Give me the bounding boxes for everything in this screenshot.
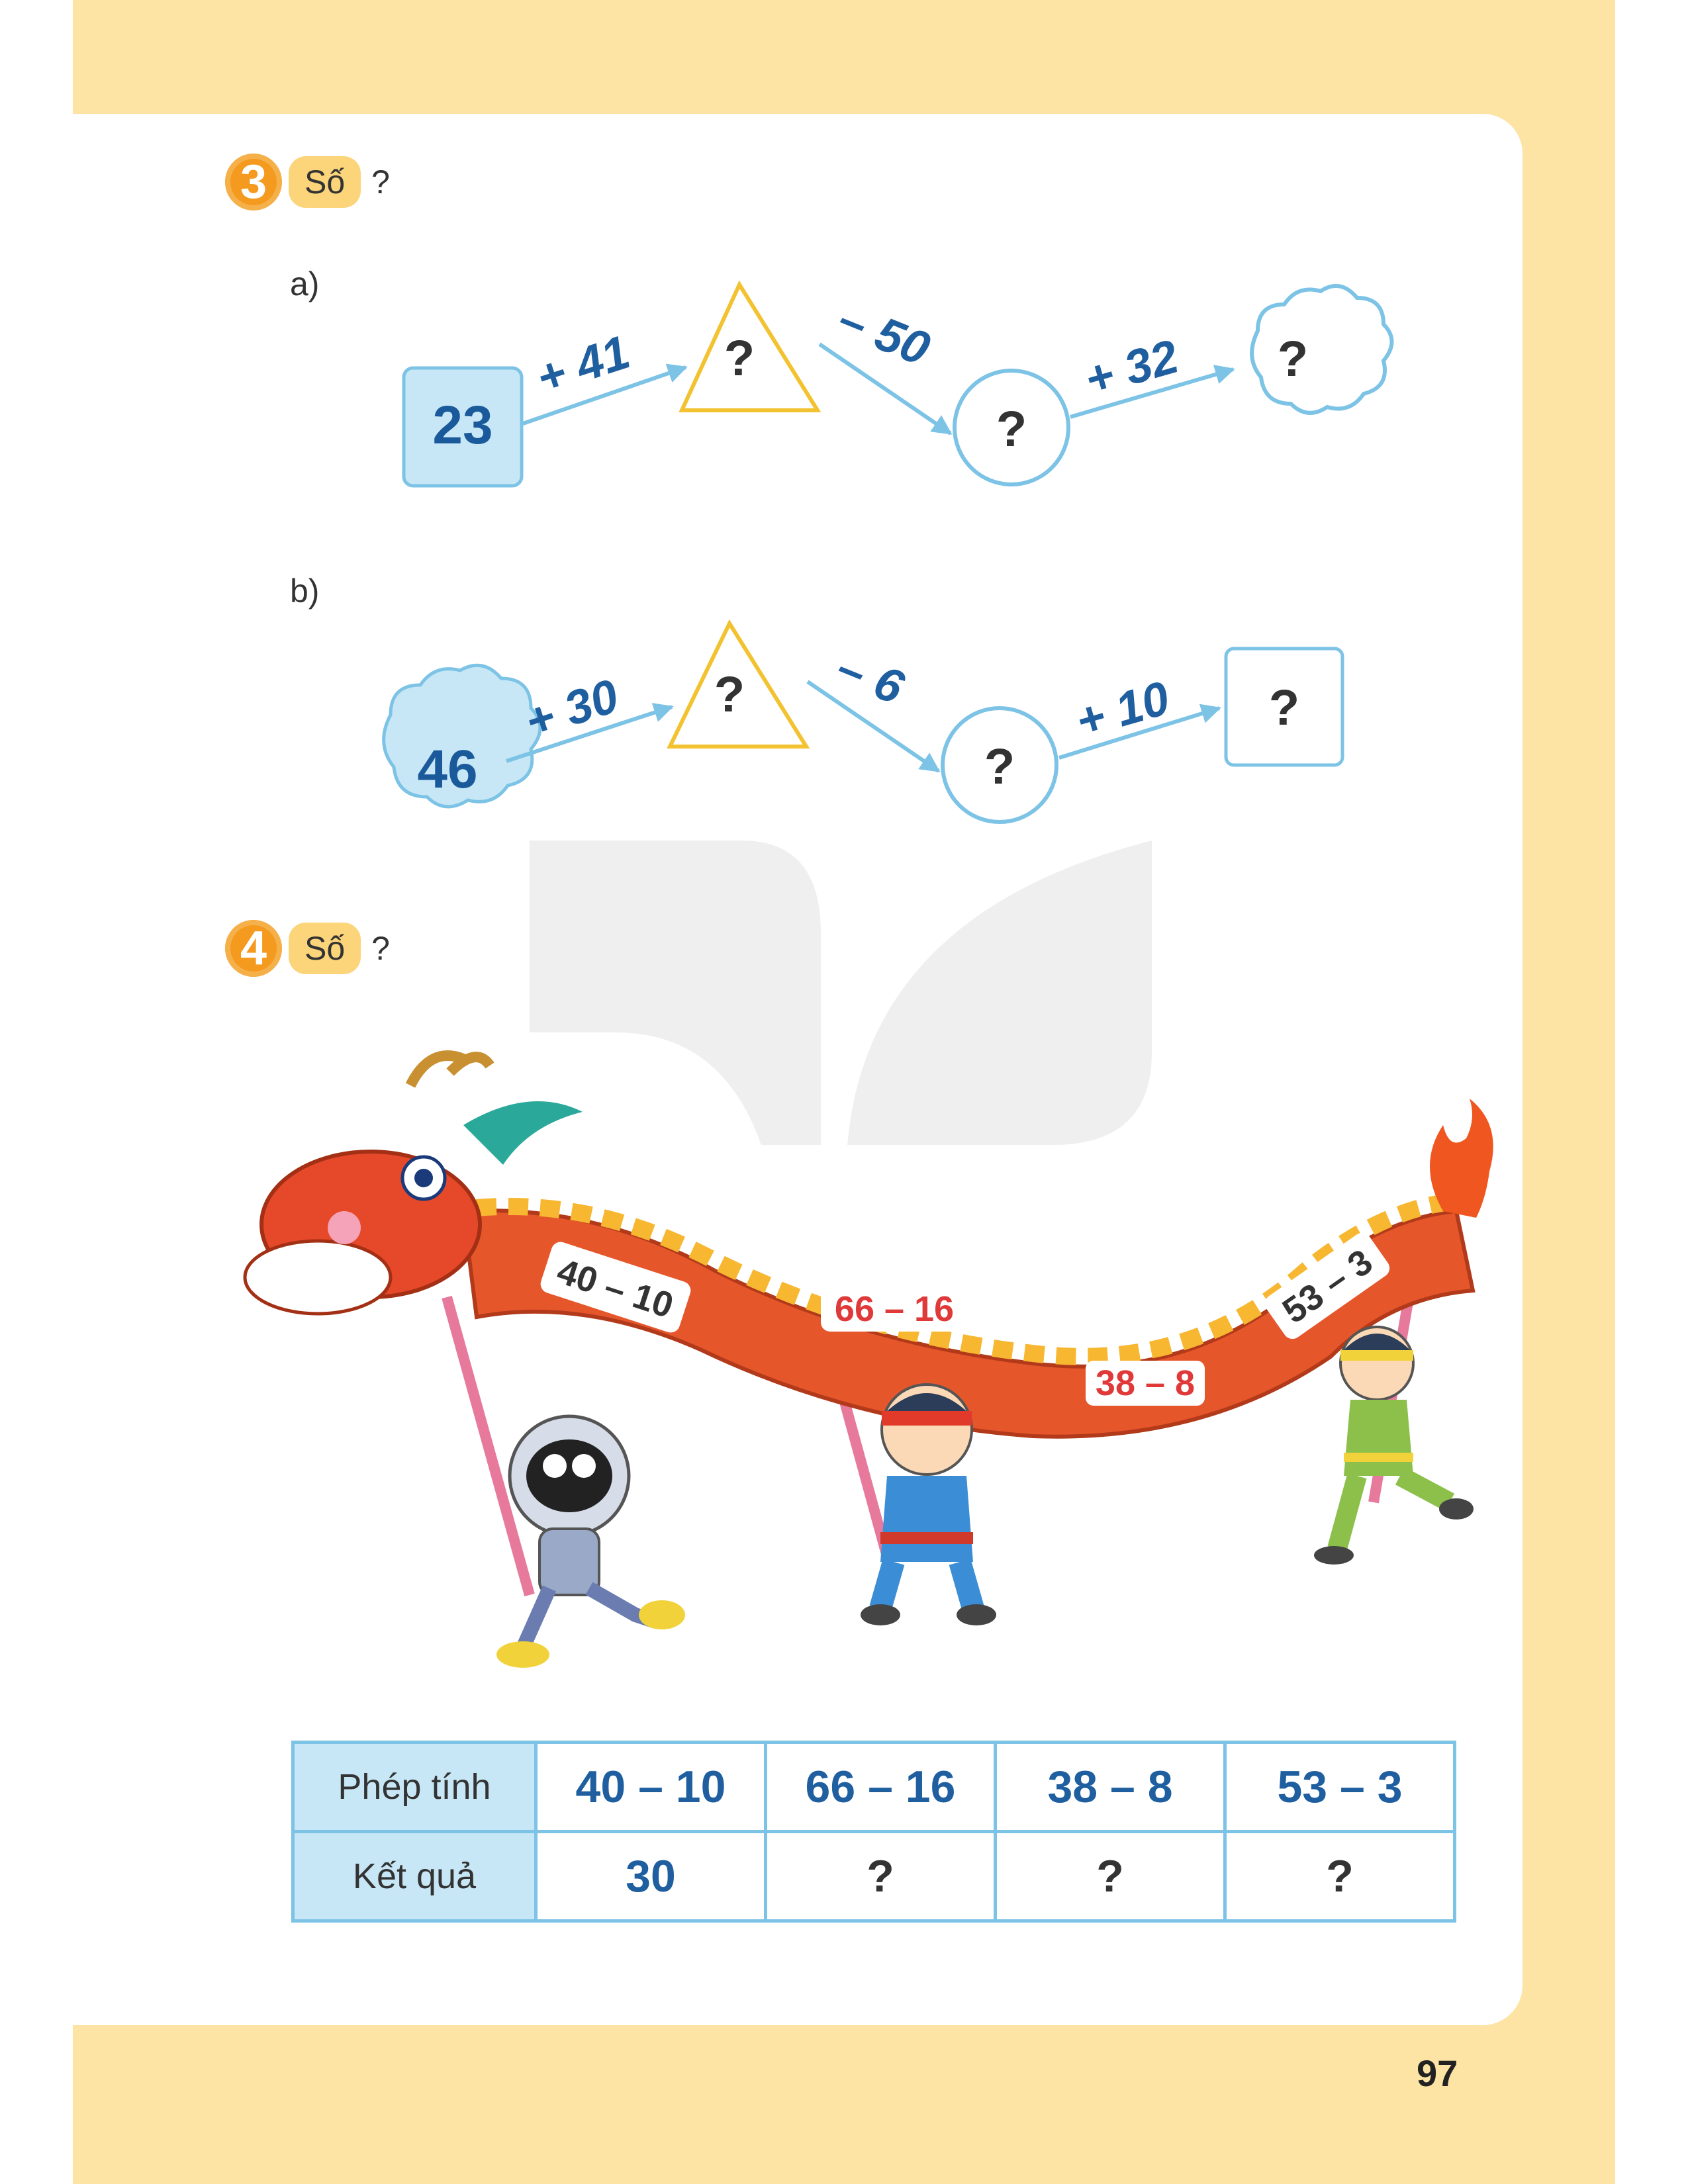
robot-character (496, 1414, 685, 1668)
dragon-label-text: 38 – 8 (1096, 1363, 1195, 1403)
dragon-body (461, 1208, 1476, 1439)
result-cell: ? (994, 1830, 1227, 1923)
dragon-dance-illustration: 40 – 10 66 – 16 38 – 8 53 – 3 (243, 1050, 1493, 1668)
table-row: Phép tính 40 – 10 66 – 16 38 – 8 53 – 3 (291, 1741, 1456, 1833)
dragon-label-2: 66 – 16 (821, 1285, 968, 1332)
dragon-antler (405, 1050, 494, 1088)
result-cell: ? (764, 1830, 997, 1923)
results-table: Phép tính 40 – 10 66 – 16 38 – 8 53 – 3 … (291, 1741, 1456, 1923)
operation-cell: 40 – 10 (534, 1741, 767, 1833)
table-row: Kết quả 30 ? ? ? (291, 1830, 1456, 1923)
dragon-tail-flame (1430, 1099, 1493, 1218)
result-cell: 30 (534, 1830, 767, 1923)
operation-cell: 53 – 3 (1223, 1741, 1456, 1833)
result-cell: ? (1223, 1830, 1456, 1923)
page-number: 97 (1417, 2052, 1458, 2094)
row-header-operations: Phép tính (291, 1741, 538, 1833)
dragon-nostril (328, 1211, 361, 1244)
row-header-results: Kết quả (291, 1830, 538, 1923)
dragon-label-text: 66 – 16 (835, 1289, 954, 1329)
dragon-whiskers (463, 1101, 583, 1165)
boy-green-character (1314, 1326, 1474, 1565)
operation-cell: 66 – 16 (764, 1741, 997, 1833)
dragon-jaw (243, 1239, 393, 1316)
dragon-label-3: 38 – 8 (1086, 1361, 1205, 1406)
operation-cell: 38 – 8 (994, 1741, 1227, 1833)
